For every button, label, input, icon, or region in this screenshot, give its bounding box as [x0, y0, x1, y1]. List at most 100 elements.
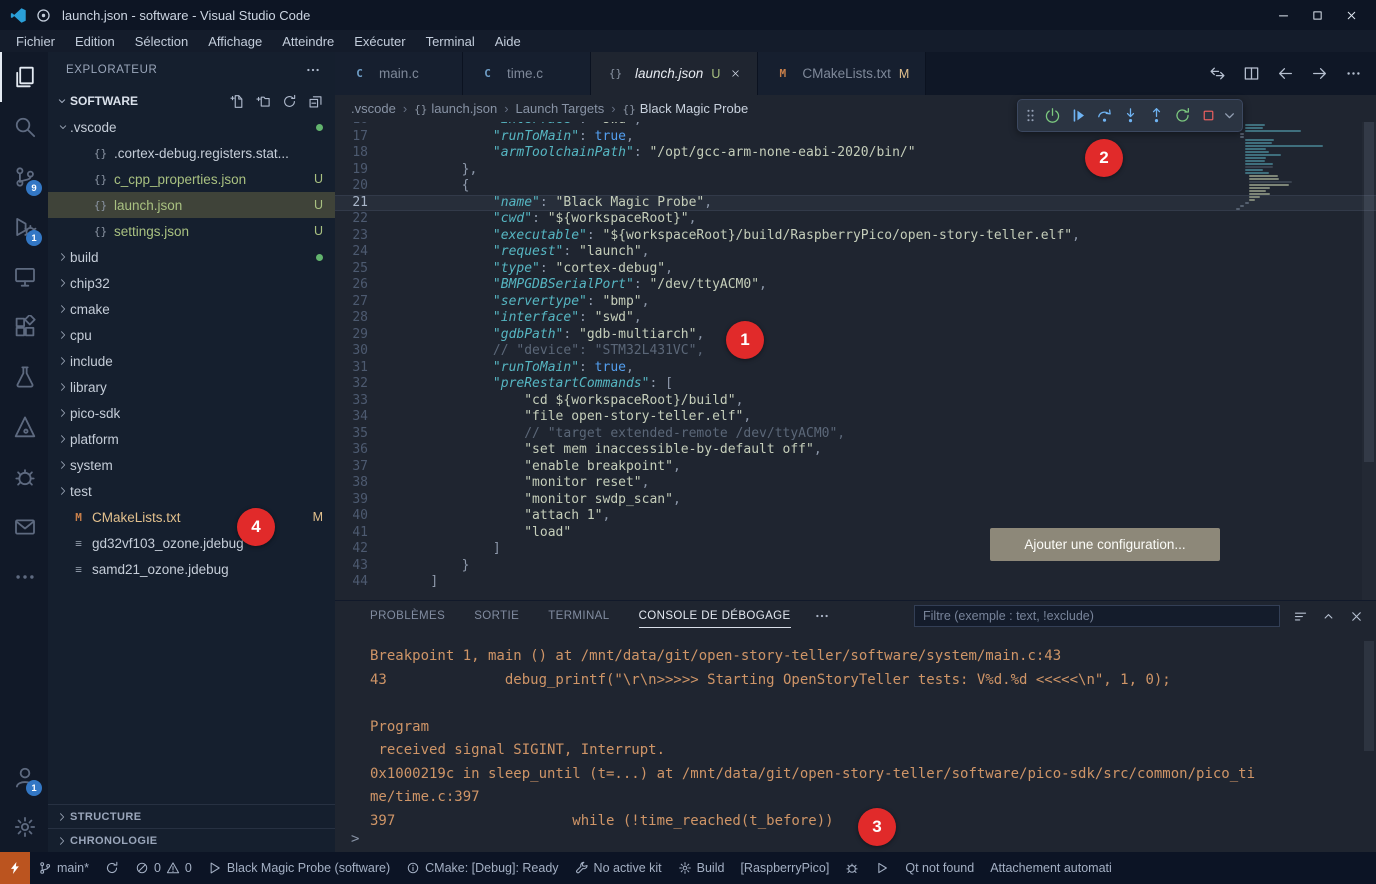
new-file-icon[interactable] [230, 94, 245, 109]
tree-item-build[interactable]: build [48, 244, 335, 270]
tree-item-.cortex-debug.registers.stat...[interactable]: {}.cortex-debug.registers.stat... [48, 140, 335, 166]
tree-item-system[interactable]: system [48, 452, 335, 478]
refresh-icon[interactable] [282, 94, 297, 109]
breadcrumb-item[interactable]: {}launch.json [414, 101, 497, 116]
statusbar-branch[interactable]: main* [30, 852, 97, 884]
tree-item-settings.json[interactable]: {}settings.jsonU [48, 218, 335, 244]
code-line-25[interactable]: 25 "type": "cortex-debug", [335, 261, 1376, 278]
open-changes-icon[interactable] [1209, 65, 1226, 82]
activity-settings[interactable] [0, 802, 48, 852]
sidebar-more-icon[interactable] [305, 62, 321, 78]
activity-testing[interactable] [0, 352, 48, 402]
close-window-button[interactable] [1336, 2, 1366, 28]
tree-item-chip32[interactable]: chip32 [48, 270, 335, 296]
stop-button[interactable] [1195, 102, 1221, 130]
code-line-40[interactable]: 40 "attach 1", [335, 508, 1376, 525]
activity-more-views[interactable] [0, 552, 48, 602]
tree-item-library[interactable]: library [48, 374, 335, 400]
statusbar-active-kit[interactable]: No active kit [567, 852, 670, 884]
activity-accounts[interactable]: 1 [0, 752, 48, 802]
more-icon[interactable] [1345, 65, 1362, 82]
panel-tab-CONSOLE DE DÉBOGAGE[interactable]: CONSOLE DE DÉBOGAGE [639, 604, 791, 628]
panel-tab-TERMINAL[interactable]: TERMINAL [548, 604, 609, 628]
code-line-37[interactable]: 37 "enable breakpoint", [335, 459, 1376, 476]
stop-menu-button[interactable] [1221, 102, 1238, 130]
statusbar-cmake-status[interactable]: CMake: [Debug]: Ready [398, 852, 566, 884]
close-panel-icon[interactable] [1349, 609, 1364, 624]
clear-console-icon[interactable] [1293, 609, 1308, 624]
breadcrumb-item[interactable]: Launch Targets [516, 101, 605, 116]
code-line-27[interactable]: 27 "servertype": "bmp", [335, 294, 1376, 311]
activity-source-control[interactable]: 9 [0, 152, 48, 202]
code-line-34[interactable]: 34 "file open-story-teller.elf", [335, 409, 1376, 426]
editor-scrollbar[interactable] [1362, 122, 1376, 600]
tree-item-gd32vf103_ozone.jdebug[interactable]: ≡gd32vf103_ozone.jdebug [48, 530, 335, 556]
activity-explorer[interactable] [0, 52, 48, 102]
minimap[interactable] [1232, 124, 1350, 211]
menu-fichier[interactable]: Fichier [6, 32, 65, 51]
statusbar-debug-config[interactable]: Black Magic Probe (software) [200, 852, 398, 884]
tree-item-samd21_ozone.jdebug[interactable]: ≡samd21_ozone.jdebug [48, 556, 335, 582]
menu-aide[interactable]: Aide [485, 32, 531, 51]
console-filter-input[interactable] [914, 605, 1280, 627]
menu-exécuter[interactable]: Exécuter [344, 32, 415, 51]
tree-item-test[interactable]: test [48, 478, 335, 504]
code-line-18[interactable]: 18 "armToolchainPath": "/opt/gcc-arm-non… [335, 145, 1376, 162]
arrow-right-icon[interactable] [1311, 65, 1328, 82]
panel-scrollbar-thumb[interactable] [1364, 641, 1374, 751]
section-chronologie[interactable]: CHRONOLOGIE [48, 828, 335, 852]
menu-sélection[interactable]: Sélection [125, 32, 198, 51]
panel-more-icon[interactable] [814, 608, 830, 624]
code-line-32[interactable]: 32 "preRestartCommands": [ [335, 376, 1376, 393]
breadcrumb-item[interactable]: {}Black Magic Probe [623, 101, 749, 116]
menu-atteindre[interactable]: Atteindre [272, 32, 344, 51]
code-line-39[interactable]: 39 "monitor swdp_scan", [335, 492, 1376, 509]
close-tab-icon[interactable] [730, 68, 741, 79]
menu-terminal[interactable]: Terminal [416, 32, 485, 51]
minimize-button[interactable] [1268, 2, 1298, 28]
statusbar-sync[interactable] [97, 852, 127, 884]
step-into-button[interactable] [1117, 102, 1143, 130]
code-line-23[interactable]: 23 "executable": "${workspaceRoot}/build… [335, 228, 1376, 245]
activity-remote-explorer[interactable] [0, 252, 48, 302]
tab-main.c[interactable]: Cmain.c [335, 52, 463, 95]
continue-button[interactable] [1065, 102, 1091, 130]
code-line-30[interactable]: 30 // "device": "STM32L431VC", [335, 343, 1376, 360]
code-line-44[interactable]: 44 ] [335, 574, 1376, 591]
panel-tab-PROBLÈMES[interactable]: PROBLÈMES [370, 604, 445, 628]
statusbar-run-target[interactable] [867, 852, 897, 884]
statusbar-qt-status[interactable]: Qt not found [897, 852, 982, 884]
code-line-33[interactable]: 33 "cd ${workspaceRoot}/build", [335, 393, 1376, 410]
tree-item-include[interactable]: include [48, 348, 335, 374]
tree-item-.vscode[interactable]: .vscode [48, 114, 335, 140]
step-over-button[interactable] [1091, 102, 1117, 130]
activity-cmake-tools[interactable] [0, 402, 48, 452]
code-line-43[interactable]: 43 } [335, 558, 1376, 575]
tree-item-launch.json[interactable]: {}launch.jsonU [48, 192, 335, 218]
code-line-22[interactable]: 22 "cwd": "${workspaceRoot}", [335, 211, 1376, 228]
tree-item-cpu[interactable]: cpu [48, 322, 335, 348]
activity-run-debug[interactable]: 1 [0, 202, 48, 252]
new-folder-icon[interactable] [256, 94, 271, 109]
statusbar-auto-attach[interactable]: Attachement automati [982, 852, 1120, 884]
step-out-button[interactable] [1143, 102, 1169, 130]
activity-search[interactable] [0, 102, 48, 152]
collapse-all-icon[interactable] [308, 94, 323, 109]
console-prompt[interactable]: > [351, 831, 359, 847]
section-structure[interactable]: STRUCTURE [48, 804, 335, 828]
section-software[interactable]: SOFTWARE [48, 88, 335, 114]
menu-affichage[interactable]: Affichage [198, 32, 272, 51]
panel-tab-SORTIE[interactable]: SORTIE [474, 604, 519, 628]
code-line-35[interactable]: 35 // "target extended-remote /dev/ttyAC… [335, 426, 1376, 443]
code-line-31[interactable]: 31 "runToMain": true, [335, 360, 1376, 377]
code-line-20[interactable]: 20 { [335, 178, 1376, 195]
add-configuration-button[interactable]: Ajouter une configuration... [990, 528, 1220, 561]
maximize-button[interactable] [1302, 2, 1332, 28]
code-line-28[interactable]: 28 "interface": "swd", [335, 310, 1376, 327]
code-line-19[interactable]: 19 }, [335, 162, 1376, 179]
breadcrumb-item[interactable]: .vscode [351, 101, 396, 116]
code-line-21[interactable]: 21 "name": "Black Magic Probe", [335, 195, 1376, 212]
restart-button[interactable] [1169, 102, 1195, 130]
code-line-29[interactable]: 29 "gdbPath": "gdb-multiarch", [335, 327, 1376, 344]
tree-item-pico-sdk[interactable]: pico-sdk [48, 400, 335, 426]
